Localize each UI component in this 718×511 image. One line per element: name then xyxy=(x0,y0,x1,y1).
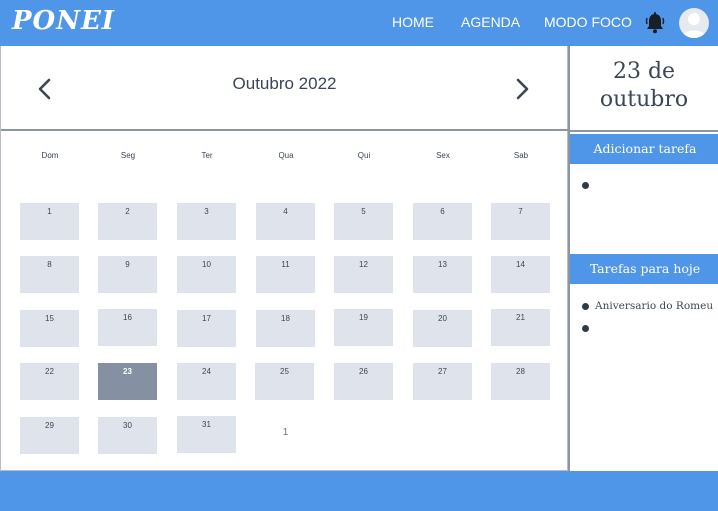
nav-home-link[interactable]: HOME xyxy=(392,14,434,30)
calendar-day[interactable]: 25 xyxy=(255,363,314,400)
calendar-day-today[interactable]: 23 xyxy=(98,363,157,400)
user-avatar-icon xyxy=(682,13,706,38)
add-task-button[interactable]: Adicionar tarefa xyxy=(570,134,718,164)
user-avatar[interactable] xyxy=(679,8,709,38)
task-bullet xyxy=(582,325,589,332)
calendar-day[interactable]: 10 xyxy=(177,256,236,293)
calendar-day[interactable]: 8 xyxy=(20,256,79,293)
nav-agenda-link[interactable]: AGENDA xyxy=(461,14,520,30)
calendar-day[interactable]: 11 xyxy=(256,256,315,293)
weekday-header: Qui xyxy=(357,151,371,160)
new-task-bullet[interactable] xyxy=(582,182,589,189)
weekday-header: Qua xyxy=(278,151,294,160)
month-title: Outubro 2022 xyxy=(232,74,337,93)
selected-date-day: 23 de xyxy=(612,59,676,84)
calendar-day[interactable]: 5 xyxy=(334,203,393,240)
calendar-day[interactable]: 26 xyxy=(334,363,393,400)
footer-bar xyxy=(0,471,718,511)
calendar-day[interactable]: 7 xyxy=(491,203,550,240)
nav-focus-mode-link[interactable]: MODO FOCO xyxy=(544,14,632,30)
calendar-day[interactable]: 29 xyxy=(20,417,79,454)
next-month-arrow-icon[interactable] xyxy=(510,76,534,102)
calendar-day[interactable]: 31 xyxy=(177,416,236,453)
calendar-day[interactable]: 28 xyxy=(491,363,550,400)
calendar-day[interactable]: 27 xyxy=(413,363,472,400)
calendar-day[interactable]: 4 xyxy=(256,203,315,240)
calendar-day[interactable]: 19 xyxy=(334,309,393,346)
selected-date-month: outubro xyxy=(599,87,689,112)
calendar-day[interactable]: 14 xyxy=(491,256,550,293)
today-task-item[interactable]: Aniversario do Romeu xyxy=(595,300,713,312)
calendar-day[interactable]: 30 xyxy=(98,417,157,454)
calendar-day[interactable]: 12 xyxy=(334,256,393,293)
weekday-header: Ter xyxy=(201,151,213,160)
today-tasks-heading: Tarefas para hoje xyxy=(570,254,718,284)
calendar-day[interactable]: 9 xyxy=(98,256,157,293)
calendar-day[interactable]: 6 xyxy=(413,203,472,240)
bell-icon[interactable] xyxy=(645,12,665,34)
calendar-day[interactable]: 24 xyxy=(177,363,236,400)
app-logo[interactable]: PONEI xyxy=(12,6,115,36)
calendar-day-next-month[interactable]: 1 xyxy=(256,416,315,453)
calendar-day[interactable]: 16 xyxy=(98,309,157,346)
calendar-day[interactable]: 13 xyxy=(413,256,472,293)
calendar-day[interactable]: 1 xyxy=(20,203,79,240)
calendar-panel: Outubro 2022 Dom Seg Ter Qua Qui Sex Sab… xyxy=(0,46,568,471)
calendar-day[interactable]: 15 xyxy=(20,310,79,347)
calendar-day[interactable]: 3 xyxy=(177,203,236,240)
calendar-day[interactable]: 21 xyxy=(491,309,550,346)
weekday-header: Sex xyxy=(436,151,450,160)
selected-date-display: 23 de outubro xyxy=(570,46,718,132)
weekday-header: Dom xyxy=(41,151,59,160)
top-navbar: PONEI HOME AGENDA MODO FOCO xyxy=(0,0,718,46)
day-detail-panel: 23 de outubro Adicionar tarefa Tarefas p… xyxy=(568,46,718,471)
calendar-day[interactable]: 20 xyxy=(413,310,472,347)
weekday-header: Sab xyxy=(513,151,529,160)
calendar-day[interactable]: 17 xyxy=(177,310,236,347)
month-navigation-bar: Outubro 2022 xyxy=(1,46,568,131)
calendar-day[interactable]: 18 xyxy=(256,310,315,347)
calendar-day[interactable]: 22 xyxy=(20,363,79,400)
calendar-day[interactable]: 2 xyxy=(98,203,157,240)
weekday-header: Seg xyxy=(120,151,136,160)
task-bullet xyxy=(582,303,589,310)
